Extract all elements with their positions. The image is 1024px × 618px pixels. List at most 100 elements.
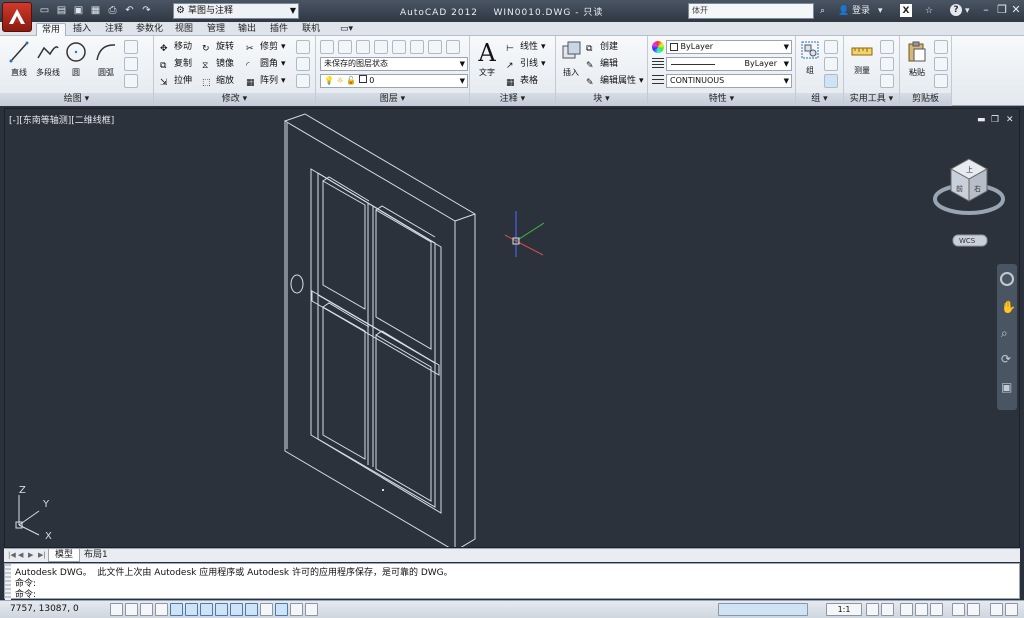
quick-select-icon[interactable]	[880, 40, 894, 54]
command-window[interactable]: Autodesk DWG。 此文件上次由 Autodesk 应用程序或 Auto…	[4, 563, 1020, 600]
fillet-button[interactable]: ◜ 圆角 ▾	[246, 57, 286, 71]
tab-output[interactable]: 输出	[233, 23, 261, 36]
polar-tracking-icon[interactable]	[170, 603, 183, 616]
groups-panel-title[interactable]: 组 ▾	[796, 93, 843, 106]
dynamic-input-icon[interactable]	[245, 603, 258, 616]
lineweight-select[interactable]: ByLayer ▼	[666, 57, 792, 71]
object-snap-icon[interactable]	[185, 603, 198, 616]
close-button[interactable]: ✕	[1008, 3, 1024, 18]
binoculars-icon[interactable]: ⌕	[820, 4, 825, 18]
table-button[interactable]: ▦ 表格	[506, 74, 538, 88]
layers-panel-title[interactable]: 图层 ▾	[316, 93, 469, 106]
hatch-icon[interactable]	[124, 57, 138, 71]
layer-icon[interactable]	[410, 40, 424, 54]
tab-parametric[interactable]: 参数化	[131, 23, 168, 36]
annotation-scale-button[interactable]: 1:1	[826, 603, 862, 616]
previous-layout-icon[interactable]: ◀	[18, 551, 26, 560]
workspace-select[interactable]: ⚙ 草图与注释 ▼	[173, 3, 299, 19]
ortho-mode-icon[interactable]	[155, 603, 168, 616]
save-icon[interactable]: ▣	[72, 4, 85, 17]
stretch-button[interactable]: ⇲ 拉伸	[160, 74, 192, 88]
arc-button[interactable]: 圆弧	[92, 40, 120, 78]
utilities-panel-title[interactable]: 实用工具 ▾	[844, 93, 899, 106]
tab-manage[interactable]: 管理	[202, 23, 230, 36]
calculator-icon[interactable]	[880, 74, 894, 88]
insert-block-button[interactable]: 插入	[558, 40, 584, 78]
viewcube[interactable]: 上 前 右 WCS	[929, 151, 1009, 251]
mirror-button[interactable]: ⧖ 镜像	[202, 57, 234, 71]
erase-icon[interactable]	[296, 40, 310, 54]
orbit-icon[interactable]: ⟳	[1001, 352, 1011, 366]
layer-icon[interactable]	[392, 40, 406, 54]
transparency-icon[interactable]	[275, 603, 288, 616]
explode-icon[interactable]	[296, 57, 310, 71]
snap-mode-icon[interactable]	[125, 603, 138, 616]
layer-icon[interactable]	[338, 40, 352, 54]
clean-screen-toggle-icon[interactable]	[1005, 603, 1018, 616]
scale-button[interactable]: ⬚ 缩放	[202, 74, 234, 88]
block-panel-title[interactable]: 块 ▾	[556, 93, 647, 106]
application-menu-button[interactable]	[2, 2, 32, 32]
pan-icon[interactable]: ✋	[1001, 300, 1016, 314]
group-button[interactable]: 组	[798, 40, 822, 76]
move-button[interactable]: ✥ 移动	[160, 40, 192, 54]
infer-constraints-icon[interactable]	[110, 603, 123, 616]
selection-cycling-icon[interactable]	[305, 603, 318, 616]
grid-display-icon[interactable]	[140, 603, 153, 616]
exchange-icon[interactable]: X	[900, 4, 912, 17]
help-icon[interactable]: ?	[950, 4, 962, 16]
tab-plugins[interactable]: 插件	[265, 23, 293, 36]
tab-annotate[interactable]: 注释	[100, 23, 128, 36]
sign-in-icon[interactable]: ☆	[925, 4, 933, 18]
showmotion-icon[interactable]: ▣	[1001, 380, 1012, 394]
layer-icon[interactable]	[446, 40, 460, 54]
chevron-down-icon[interactable]: ▾	[878, 4, 883, 18]
coordinate-display[interactable]: 7757, 13087, 0	[10, 604, 79, 614]
leader-button[interactable]: ↗ 引线 ▾	[506, 57, 546, 71]
ungroup-icon[interactable]	[824, 40, 838, 54]
modify-panel-title[interactable]: 修改 ▾	[154, 93, 315, 106]
draw-panel-title[interactable]: 绘图 ▾	[0, 93, 153, 106]
layer-select[interactable]: 💡 ☼ 🔓 0 ▼	[320, 74, 468, 88]
measure-button[interactable]: 测量	[848, 40, 876, 76]
login-link[interactable]: 登录	[852, 4, 870, 18]
edit-block-button[interactable]: ✎ 编辑	[586, 57, 618, 71]
clean-screen-icon[interactable]	[990, 603, 1003, 616]
tab-model[interactable]: 模型	[48, 549, 81, 562]
steering-wheel-icon[interactable]	[1000, 272, 1014, 286]
ime-toolbar[interactable]	[718, 603, 808, 616]
id-point-icon[interactable]	[880, 57, 894, 71]
first-layout-icon[interactable]: |◀	[8, 551, 16, 560]
layer-icon[interactable]	[428, 40, 442, 54]
circle-button[interactable]: 圆	[63, 40, 89, 78]
3d-object-snap-icon[interactable]	[200, 603, 213, 616]
layer-state-select[interactable]: 未保存的图层状态 ▼	[320, 57, 468, 71]
copy-button[interactable]: ⧉ 复制	[160, 57, 192, 71]
polyline-button[interactable]: 多段线	[34, 40, 62, 78]
tab-view[interactable]: 视图	[170, 23, 198, 36]
lineweight-toggle-icon[interactable]	[260, 603, 273, 616]
linear-dimension-button[interactable]: ⊢ 线性 ▾	[506, 40, 546, 54]
object-snap-tracking-icon[interactable]	[215, 603, 228, 616]
redo-icon[interactable]: ↷	[140, 4, 153, 17]
dynamic-ucs-icon[interactable]	[230, 603, 243, 616]
quick-properties-icon[interactable]	[290, 603, 303, 616]
tab-online[interactable]: 联机	[297, 23, 325, 36]
layer-icon[interactable]	[356, 40, 370, 54]
last-layout-icon[interactable]: ▶|	[38, 551, 46, 560]
ribbon-toggle-icon[interactable]: ▭▾	[335, 23, 358, 36]
tab-insert[interactable]: 插入	[68, 23, 96, 36]
save-as-icon[interactable]: ▦	[89, 4, 102, 17]
new-file-icon[interactable]: ▭	[38, 4, 51, 17]
auto-scale-icon[interactable]	[881, 603, 894, 616]
tab-home[interactable]: 常用	[36, 23, 67, 36]
linetype-select[interactable]: CONTINUOUS ▼	[666, 74, 792, 88]
edit-attributes-button[interactable]: ✎ 编辑属性 ▾	[586, 74, 644, 88]
toolbar-lock-icon[interactable]	[915, 603, 928, 616]
isolate-objects-icon[interactable]	[952, 603, 965, 616]
linetype-icon[interactable]	[652, 75, 664, 87]
text-button[interactable]: A 文字	[474, 40, 500, 78]
paste-button[interactable]: 粘贴	[904, 40, 930, 78]
group-select-icon[interactable]	[824, 74, 838, 88]
create-block-button[interactable]: ⧉ 创建	[586, 40, 618, 54]
